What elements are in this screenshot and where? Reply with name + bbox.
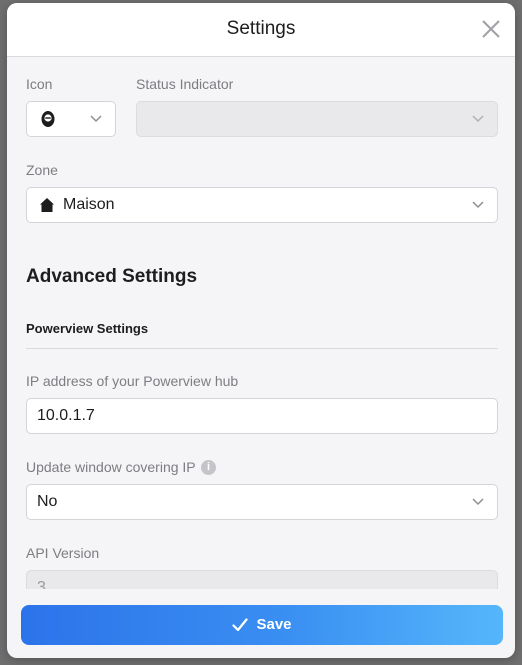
save-button-label: Save [256, 616, 292, 633]
zone-label: Zone [26, 162, 58, 178]
section-divider [26, 348, 498, 349]
dialog-body: Icon Status Indicator Zone Maison Advanc… [7, 57, 515, 589]
update-window-value: No [37, 493, 58, 510]
ip-address-input[interactable]: 10.0.1.7 [26, 398, 498, 434]
chevron-down-icon [472, 115, 484, 123]
status-indicator-label: Status Indicator [136, 76, 234, 92]
zone-value: Maison [63, 196, 115, 213]
chevron-down-icon [90, 115, 102, 123]
chevron-down-icon [472, 498, 484, 506]
close-button[interactable] [479, 17, 503, 41]
update-window-label: Update window covering IP [26, 459, 196, 475]
icon-select[interactable] [26, 101, 116, 137]
chevron-down-icon [472, 201, 484, 209]
house-icon [40, 198, 54, 212]
icon-label: Icon [26, 76, 53, 92]
dialog-header: Settings [7, 3, 515, 57]
api-version-value: 3 [37, 579, 46, 589]
checkmark-icon [232, 618, 249, 632]
ip-address-value: 10.0.1.7 [37, 407, 95, 424]
round-device-icon [41, 111, 55, 127]
update-window-select[interactable]: No [26, 484, 498, 520]
settings-dialog: Settings Icon Status Indicator Zone Mais… [7, 3, 515, 658]
save-button[interactable]: Save [21, 605, 503, 645]
api-version-label: API Version [26, 545, 100, 561]
ip-address-label: IP address of your Powerview hub [26, 373, 239, 389]
powerview-settings-heading: Powerview Settings [26, 321, 149, 336]
api-version-input[interactable]: 3 [26, 570, 498, 589]
zone-select[interactable]: Maison [26, 187, 498, 223]
close-icon [482, 20, 500, 38]
info-icon[interactable]: i [201, 460, 216, 475]
dialog-title: Settings [226, 18, 296, 39]
advanced-settings-heading: Advanced Settings [26, 266, 198, 287]
status-indicator-select[interactable] [136, 101, 498, 137]
